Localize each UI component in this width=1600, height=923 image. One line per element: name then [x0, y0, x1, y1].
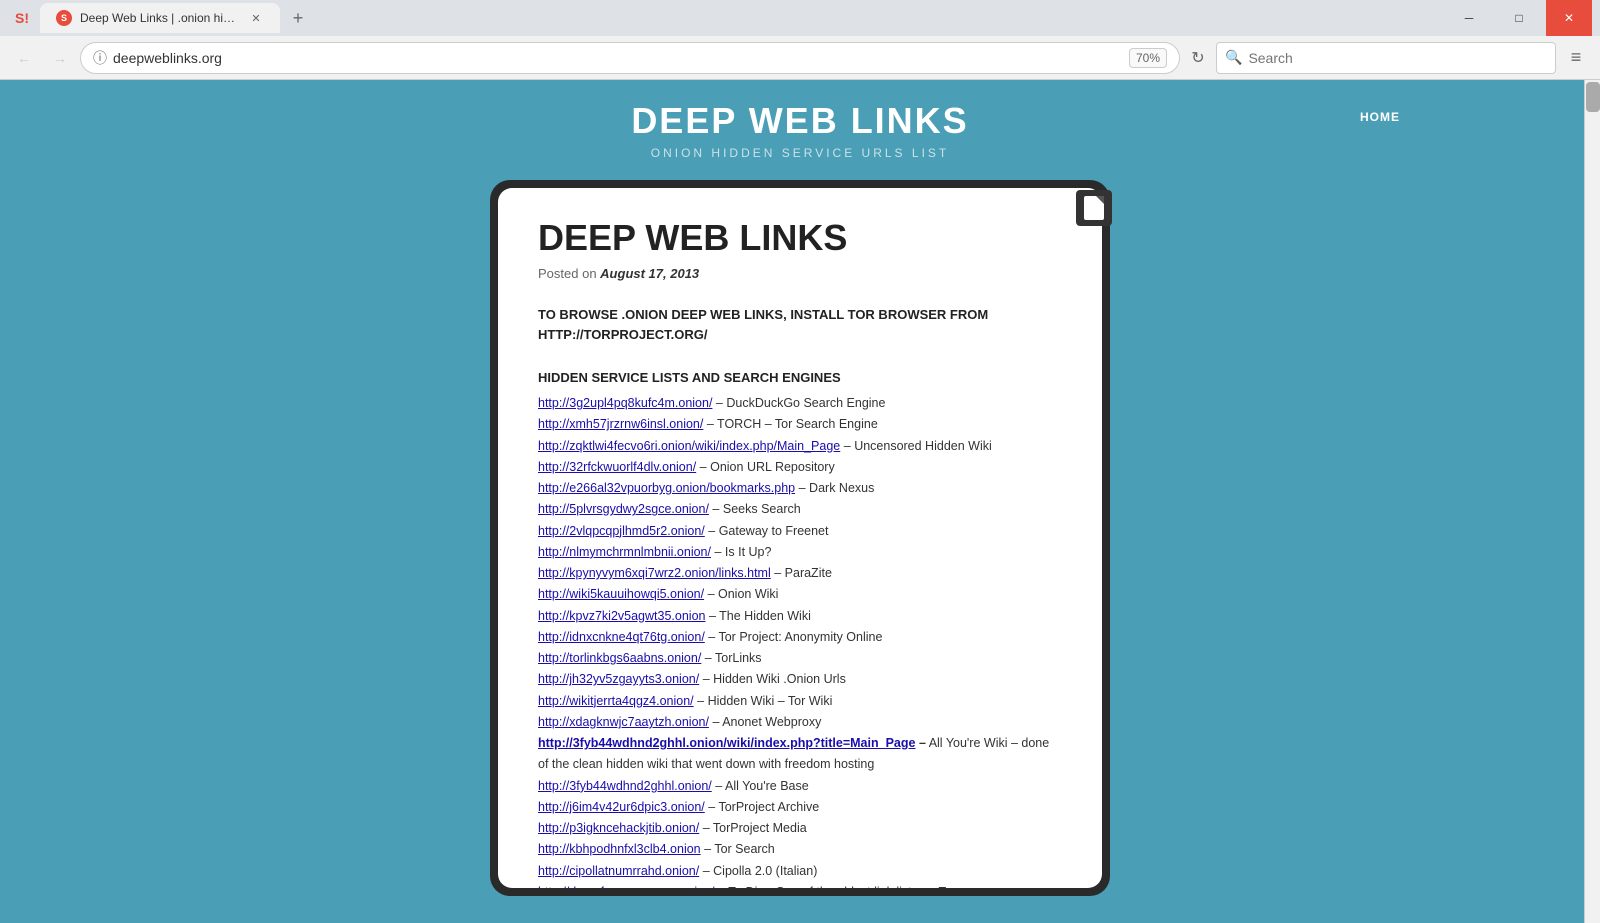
- tab-close-button[interactable]: ✕: [248, 10, 264, 26]
- forward-button[interactable]: →: [44, 42, 76, 74]
- link-url[interactable]: http://kpvz7ki2v5agwt35.onion: [538, 609, 705, 623]
- link-url[interactable]: http://zqktlwi4fecvo6ri.onion/wiki/index…: [538, 439, 840, 453]
- link-url[interactable]: http://torlinkbgs6aabns.onion/: [538, 651, 701, 665]
- link-item: http://p3igkncehackjtib.onion/ – TorProj…: [538, 818, 1062, 839]
- link-item: http://kpvz7ki2v5agwt35.onion – The Hidd…: [538, 606, 1062, 627]
- link-item: http://3fyb44wdhnd2ghhl.onion/ – All You…: [538, 776, 1062, 797]
- home-nav-link[interactable]: HOME: [1360, 110, 1400, 124]
- title-bar: S! S Deep Web Links | .onion hidde... ✕ …: [0, 0, 1600, 36]
- tab-title: Deep Web Links | .onion hidde...: [80, 11, 240, 25]
- link-url[interactable]: http://e266al32vpuorbyg.onion/bookmarks.…: [538, 481, 795, 495]
- link-url[interactable]: http://idnxcnkne4qt76tg.onion/: [538, 630, 705, 644]
- link-item: http://3g2upl4pq8kufc4m.onion/ – DuckDuc…: [538, 393, 1062, 414]
- link-item: http://j6im4v42ur6dpic3.onion/ – TorProj…: [538, 797, 1062, 818]
- link-item: http://torlinkbgs6aabns.onion/ – TorLink…: [538, 648, 1062, 669]
- link-item: http://jh32yv5zgayyts3.onion/ – Hidden W…: [538, 669, 1062, 690]
- link-url[interactable]: http://3g2upl4pq8kufc4m.onion/: [538, 396, 712, 410]
- link-item: http://kpynyvym6xqi7wrz2.onion/links.htm…: [538, 563, 1062, 584]
- link-item: http://wiki5kauuihowqi5.onion/ – Onion W…: [538, 584, 1062, 605]
- link-item: http://cipollatnumrrahd.onion/ – Cipolla…: [538, 861, 1062, 882]
- link-url[interactable]: http://xmh57jrzrnw6insl.onion/: [538, 417, 703, 431]
- tab-favicon: S: [56, 10, 72, 26]
- active-tab[interactable]: S Deep Web Links | .onion hidde... ✕: [40, 3, 280, 33]
- link-url[interactable]: http://p3igkncehackjtib.onion/: [538, 821, 699, 835]
- date-label: Posted on: [538, 266, 597, 281]
- link-url[interactable]: http://cipollatnumrrahd.onion/: [538, 864, 699, 878]
- link-item: http://idnxcnkne4qt76tg.onion/ – Tor Pro…: [538, 627, 1062, 648]
- address-bar[interactable]: ⓘ 70%: [80, 42, 1180, 74]
- link-item: http://dppmfxaacucguzpc.onion/ – TorDir …: [538, 882, 1062, 888]
- section1-heading: HIDDEN SERVICE LISTS AND SEARCH ENGINES: [538, 370, 1062, 385]
- search-input[interactable]: [1248, 50, 1547, 66]
- navigation-bar: ← → ⓘ 70% ↻ 🔍 ≡: [0, 36, 1600, 80]
- link-url[interactable]: http://5plvrsgydwy2sgce.onion/: [538, 502, 709, 516]
- link-url[interactable]: http://jh32yv5zgayyts3.onion/: [538, 672, 699, 686]
- link-url[interactable]: http://3fyb44wdhnd2ghhl.onion/wiki/index…: [538, 736, 915, 750]
- link-item: http://5plvrsgydwy2sgce.onion/ – Seeks S…: [538, 499, 1062, 520]
- link-item: http://wikitjerrta4qgz4.onion/ – Hidden …: [538, 691, 1062, 712]
- link-url[interactable]: http://kpynyvym6xqi7wrz2.onion/links.htm…: [538, 566, 771, 580]
- refresh-button[interactable]: ↻: [1184, 44, 1212, 72]
- info-icon: ⓘ: [93, 48, 107, 68]
- date-value: August 17, 2013: [600, 266, 699, 281]
- corner-button-icon: [1084, 196, 1104, 220]
- link-item: http://nlmymchrmnlmbnii.onion/ – Is It U…: [538, 542, 1062, 563]
- minimize-button[interactable]: ─: [1446, 0, 1492, 36]
- link-url[interactable]: http://32rfckwuorlf4dlv.onion/: [538, 460, 696, 474]
- search-bar[interactable]: 🔍: [1216, 42, 1556, 74]
- link-item: http://2vlqpcqpjlhmd5r2.onion/ – Gateway…: [538, 521, 1062, 542]
- article-container: DEEP WEB LINKS Posted on August 17, 2013…: [490, 180, 1110, 896]
- link-item: http://zqktlwi4fecvo6ri.onion/wiki/index…: [538, 436, 1062, 457]
- link-url[interactable]: http://kbhpodhnfxl3clb4.onion: [538, 842, 701, 856]
- article-date: Posted on August 17, 2013: [538, 266, 1062, 281]
- intro-text: TO BROWSE .ONION DEEP WEB LINKS, INSTALL…: [538, 305, 1062, 347]
- link-item: http://32rfckwuorlf4dlv.onion/ – Onion U…: [538, 457, 1062, 478]
- article-inner: DEEP WEB LINKS Posted on August 17, 2013…: [498, 188, 1102, 888]
- site-subtitle: ONION HIDDEN SERVICE URLS LIST: [0, 146, 1600, 160]
- link-url[interactable]: http://2vlqpcqpjlhmd5r2.onion/: [538, 524, 705, 538]
- window-controls: ─ □ ✕: [1446, 0, 1592, 36]
- browser-favicon: S!: [8, 4, 36, 32]
- link-item: http://3fyb44wdhnd2ghhl.onion/wiki/index…: [538, 733, 1062, 776]
- link-url[interactable]: http://wikitjerrta4qgz4.onion/: [538, 694, 694, 708]
- zoom-level[interactable]: 70%: [1129, 48, 1167, 68]
- menu-button[interactable]: ≡: [1560, 42, 1592, 74]
- address-input[interactable]: [113, 50, 1123, 66]
- link-item: http://xmh57jrzrnw6insl.onion/ – TORCH –…: [538, 414, 1062, 435]
- article-title: DEEP WEB LINKS: [538, 218, 1062, 258]
- link-url[interactable]: http://3fyb44wdhnd2ghhl.onion/: [538, 779, 712, 793]
- link-url[interactable]: http://wiki5kauuihowqi5.onion/: [538, 587, 704, 601]
- scrollbar[interactable]: [1584, 80, 1600, 923]
- corner-button[interactable]: [1076, 190, 1112, 226]
- link-url[interactable]: http://j6im4v42ur6dpic3.onion/: [538, 800, 705, 814]
- scrollbar-thumb[interactable]: [1586, 82, 1600, 112]
- new-tab-button[interactable]: +: [284, 4, 312, 32]
- back-button[interactable]: ←: [8, 42, 40, 74]
- search-icon: 🔍: [1225, 49, 1242, 66]
- close-button[interactable]: ✕: [1546, 0, 1592, 36]
- link-item: http://e266al32vpuorbyg.onion/bookmarks.…: [538, 478, 1062, 499]
- link-url[interactable]: http://dppmfxaacucguzpc.onion/: [538, 885, 715, 888]
- site-header: DEEP WEB LINKS ONION HIDDEN SERVICE URLS…: [0, 100, 1600, 160]
- link-url[interactable]: http://xdagknwjc7aaytzh.onion/: [538, 715, 709, 729]
- link-item: http://xdagknwjc7aaytzh.onion/ – Anonet …: [538, 712, 1062, 733]
- link-item: http://kbhpodhnfxl3clb4.onion – Tor Sear…: [538, 839, 1062, 860]
- page-content: DEEP WEB LINKS ONION HIDDEN SERVICE URLS…: [0, 80, 1600, 923]
- link-url[interactable]: http://nlmymchrmnlmbnii.onion/: [538, 545, 711, 559]
- maximize-button[interactable]: □: [1496, 0, 1542, 36]
